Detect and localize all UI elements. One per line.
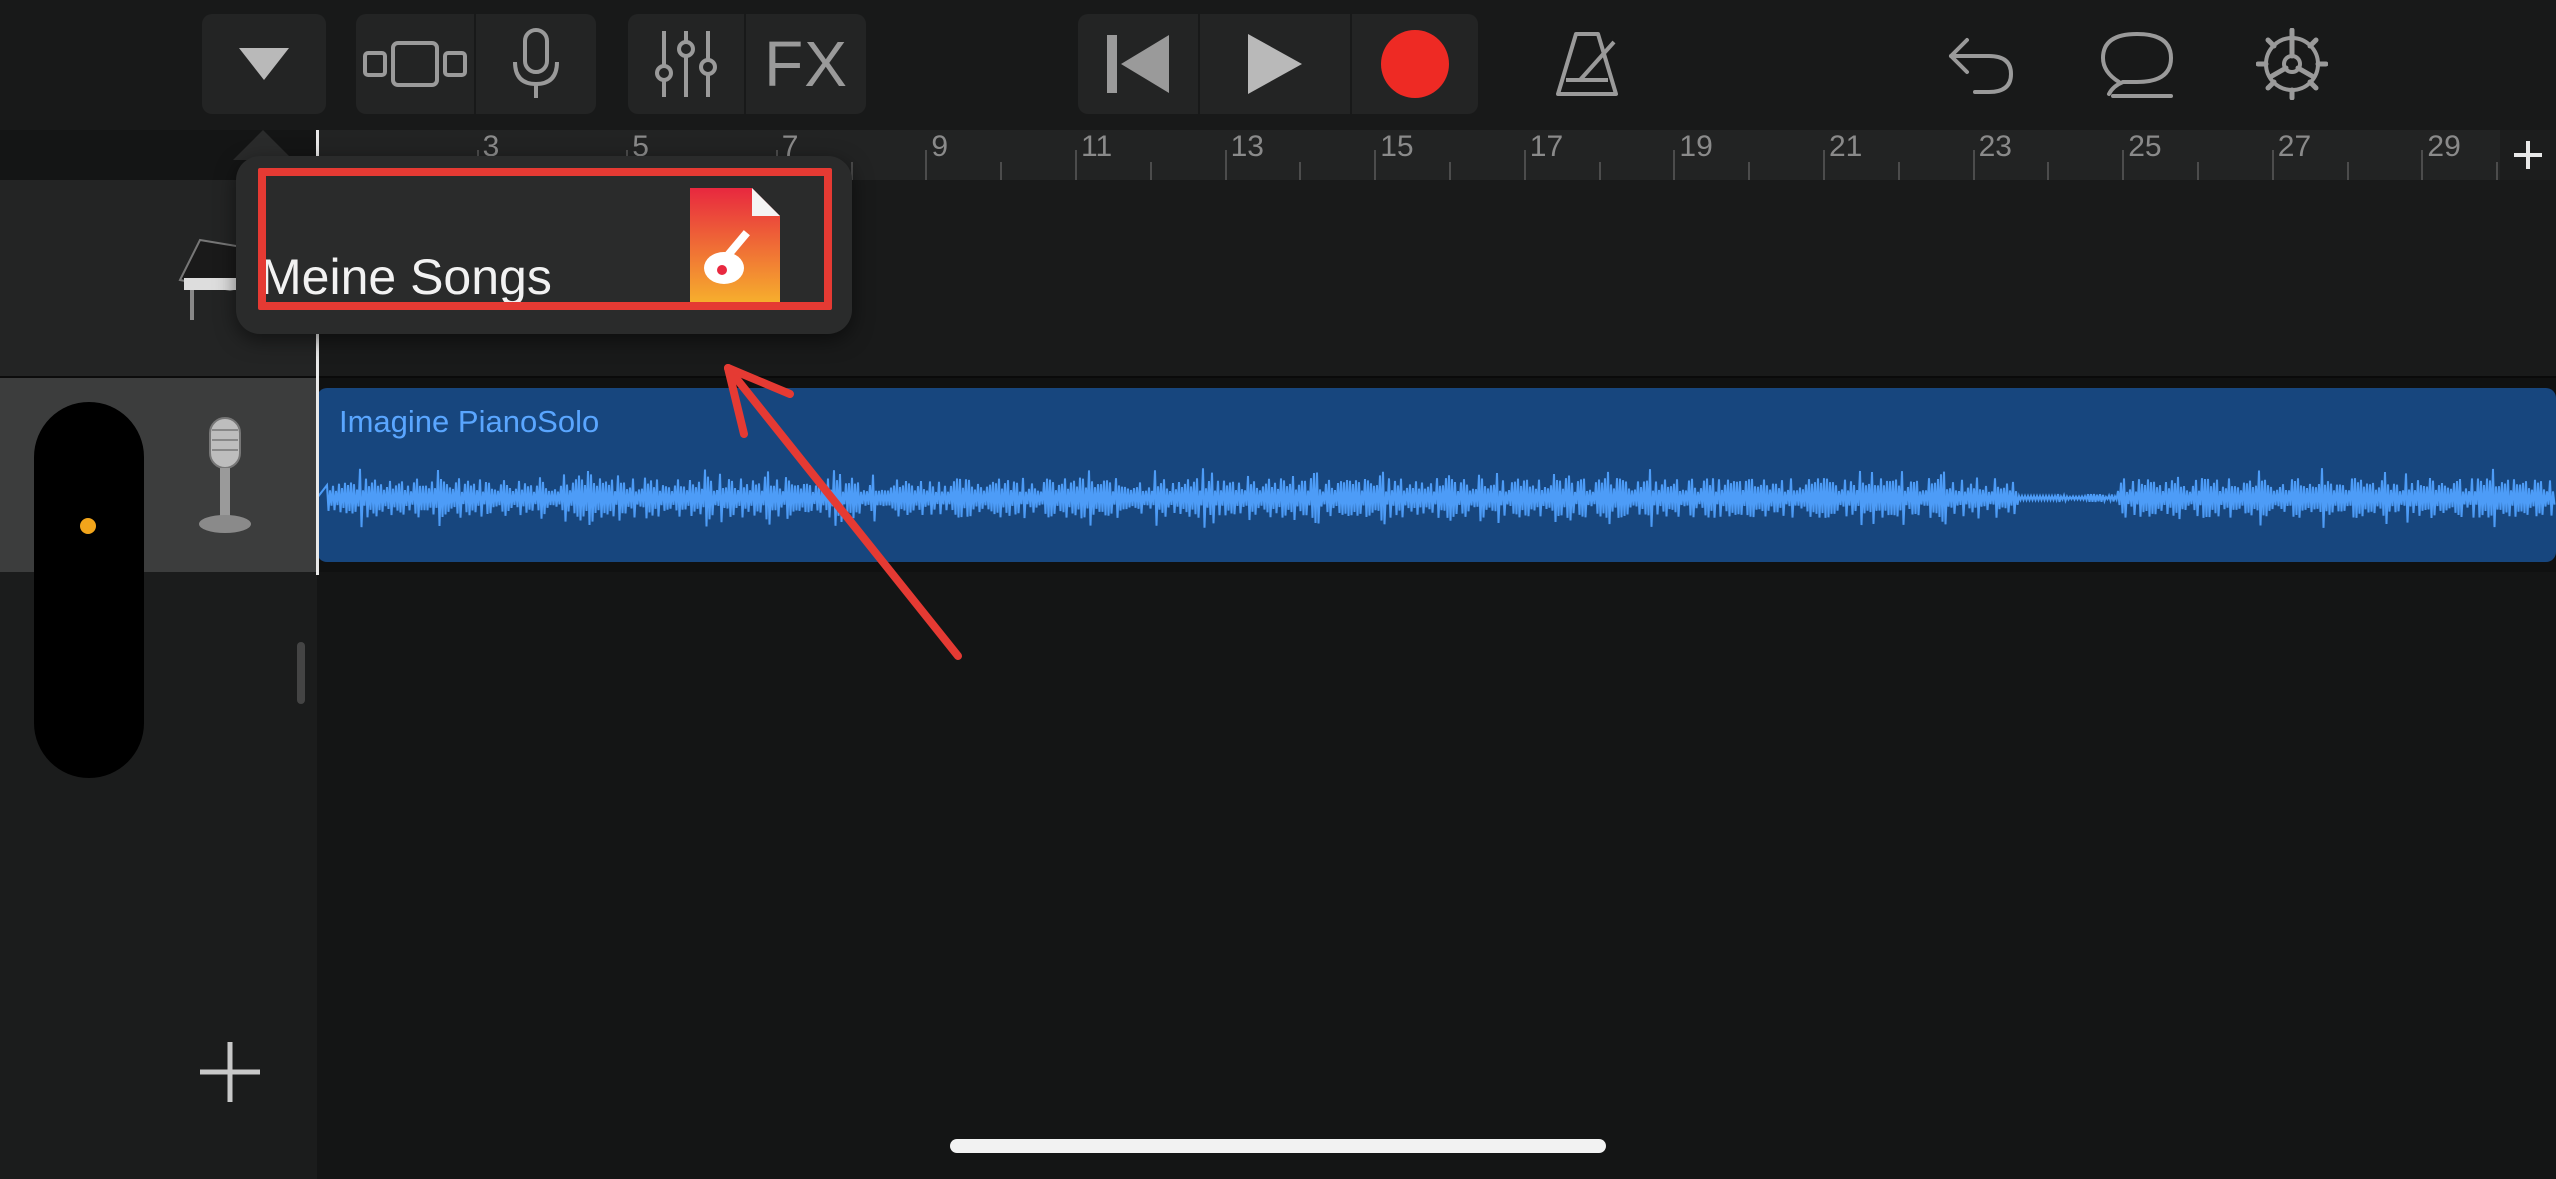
ruler-bar-number: 9	[931, 130, 949, 163]
ruler-bar-number: 21	[1829, 130, 1863, 163]
ruler-bar-number: 13	[1230, 130, 1264, 163]
ruler-bar-number: 25	[2128, 130, 2162, 163]
mixer-button[interactable]	[628, 14, 744, 114]
plus-icon	[200, 1042, 260, 1102]
fx-button[interactable]: FX	[746, 14, 866, 114]
waveform-path	[317, 468, 2556, 528]
level-indicator-dot	[80, 518, 96, 534]
play-icon	[1248, 34, 1302, 94]
add-section-button[interactable]	[2500, 130, 2556, 180]
ruler-tick	[925, 150, 928, 180]
microphone-icon	[513, 28, 559, 98]
waveform	[317, 468, 2556, 528]
microphone-icon	[199, 417, 251, 533]
top-toolbar: FX	[0, 0, 2556, 130]
browser-button[interactable]	[202, 14, 326, 114]
ruler-bar-number: 19	[1679, 130, 1713, 163]
scrollbar[interactable]	[297, 642, 305, 704]
transport-group	[1078, 14, 1478, 114]
ruler-subtick	[1000, 162, 1003, 180]
loop-browser-button[interactable]	[2090, 14, 2184, 114]
metronome-icon	[1556, 32, 1618, 96]
ruler-subtick	[1149, 162, 1152, 180]
ruler-subtick	[1299, 162, 1302, 180]
ruler-subtick	[1748, 162, 1751, 180]
ruler-bar-number: 11	[1081, 130, 1113, 163]
ruler-tick	[2421, 150, 2424, 180]
ruler-subtick	[2197, 162, 2199, 180]
sliders-icon	[655, 31, 717, 97]
mixer-fx-group: FX	[628, 14, 866, 114]
undo-button[interactable]	[1938, 14, 2022, 114]
ruler-tick	[1075, 150, 1077, 180]
record-button[interactable]	[1352, 14, 1478, 114]
skip-back-icon	[1107, 35, 1169, 93]
my-songs-highlight[interactable]	[258, 168, 832, 310]
fx-label: FX	[764, 28, 848, 100]
audio-region[interactable]: Imagine PianoSolo	[317, 388, 2556, 562]
ruler-tick	[1374, 150, 1377, 180]
ruler-tick	[1224, 150, 1227, 180]
ruler-subtick	[1449, 162, 1451, 180]
ruler-tick	[1673, 150, 1676, 180]
add-track-button[interactable]	[198, 1040, 268, 1110]
undo-icon	[1949, 38, 2014, 94]
triangle-down-icon	[239, 48, 289, 80]
play-button[interactable]	[1200, 14, 1350, 114]
ruler-bar-number: 23	[1978, 130, 2012, 163]
region-label: Imagine PianoSolo	[339, 404, 600, 439]
plus-icon	[2514, 141, 2542, 169]
ruler-tick	[1823, 150, 1825, 180]
gear-icon	[2256, 28, 2328, 100]
ruler-subtick	[2496, 162, 2499, 180]
home-indicator[interactable]	[950, 1139, 1606, 1153]
ruler-subtick	[1897, 162, 1900, 180]
record-icon	[1381, 30, 1449, 98]
loop-icon	[2100, 31, 2174, 98]
tracks-view-icon	[363, 41, 467, 87]
ruler-tick	[1972, 150, 1975, 180]
ruler-tick	[1523, 150, 1526, 180]
microphone-button[interactable]	[476, 14, 596, 114]
track-volume-pill[interactable]	[34, 402, 144, 778]
go-to-beginning-button[interactable]	[1078, 14, 1198, 114]
ruler-subtick	[2346, 162, 2349, 180]
ruler-bar-number: 29	[2427, 130, 2461, 163]
ruler-bar-number: 17	[1529, 130, 1564, 163]
ruler-tick	[2271, 150, 2274, 180]
settings-button[interactable]	[2250, 14, 2334, 114]
ruler-tick	[2122, 150, 2125, 180]
view-mic-group	[356, 14, 596, 114]
ruler-bar-number: 15	[1380, 130, 1414, 163]
tracks-view-button[interactable]	[356, 14, 474, 114]
ruler-subtick	[1598, 162, 1601, 180]
metronome-button[interactable]	[1540, 14, 1634, 114]
ruler-subtick	[2047, 162, 2050, 180]
audio-track-lane[interactable]: Imagine PianoSolo	[317, 378, 2556, 572]
ruler-bar-number: 27	[2277, 130, 2312, 163]
